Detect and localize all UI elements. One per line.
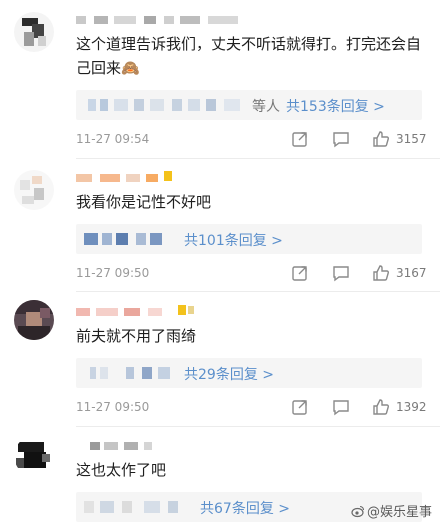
comment-text: 这也太作了吧 <box>76 461 167 479</box>
comment-text: 前夫就不用了雨绮 <box>76 327 197 345</box>
thumbs-up-icon <box>373 399 389 415</box>
avatar[interactable] <box>14 436 54 476</box>
comment-text: 这个道理告诉我们，丈夫不听话就得打。打完还会自己回来🙈 <box>76 35 422 77</box>
timestamp: 11-27 09:50 <box>76 400 150 414</box>
avatar[interactable] <box>14 300 54 340</box>
replies-preview[interactable]: 等人 共153条回复 > <box>76 90 422 120</box>
thumbs-up-icon <box>373 265 389 281</box>
share-arrow-icon[interactable] <box>291 398 309 416</box>
thumbs-up-icon <box>373 131 389 147</box>
comment-bubble-icon[interactable] <box>332 130 350 148</box>
share-arrow-icon[interactable] <box>291 264 309 282</box>
divider <box>76 158 440 159</box>
replier-names-masked <box>86 365 176 381</box>
like-count: 3157 <box>396 132 427 146</box>
username-masked[interactable] <box>76 170 246 186</box>
comment-meta: 11-27 09:54 3157 <box>76 130 427 150</box>
username-masked[interactable] <box>76 12 246 28</box>
comment-meta: 11-27 09:50 1392 <box>76 398 427 418</box>
reply-suffix: 等人 <box>252 99 280 115</box>
avatar[interactable] <box>14 12 54 52</box>
reply-count-link[interactable]: 共101条回复 > <box>184 230 283 250</box>
timestamp: 11-27 09:50 <box>76 266 150 280</box>
username-masked[interactable] <box>76 438 246 454</box>
like-count: 1392 <box>396 400 427 414</box>
replies-preview[interactable]: 共29条回复 > <box>76 358 422 388</box>
username-masked[interactable] <box>76 304 246 320</box>
avatar[interactable] <box>14 170 54 210</box>
reply-count-link[interactable]: 共29条回复 > <box>184 364 274 384</box>
weibo-logo-icon <box>351 504 365 518</box>
like-button[interactable]: 3167 <box>372 264 427 284</box>
watermark: @娱乐星事 <box>351 501 432 520</box>
comment-text: 我看你是记性不好吧 <box>76 193 212 211</box>
like-count: 3167 <box>396 266 427 280</box>
divider <box>76 426 440 427</box>
timestamp: 11-27 09:54 <box>76 132 150 146</box>
replies-preview[interactable]: 共101条回复 > <box>76 224 422 254</box>
share-arrow-icon[interactable] <box>291 130 309 148</box>
reply-count-link[interactable]: 共67条回复 > <box>200 498 290 518</box>
replier-names-masked <box>88 97 248 113</box>
reply-count-link[interactable]: 共153条回复 > <box>286 96 385 116</box>
replier-names-masked <box>84 499 194 515</box>
comment-bubble-icon[interactable] <box>332 264 350 282</box>
comment-bubble-icon[interactable] <box>332 398 350 416</box>
divider <box>76 291 440 292</box>
replier-names-masked <box>84 231 174 247</box>
watermark-text: @娱乐星事 <box>366 505 432 520</box>
like-button[interactable]: 1392 <box>372 398 427 418</box>
like-button[interactable]: 3157 <box>372 130 427 150</box>
comment-meta: 11-27 09:50 3167 <box>76 264 427 284</box>
